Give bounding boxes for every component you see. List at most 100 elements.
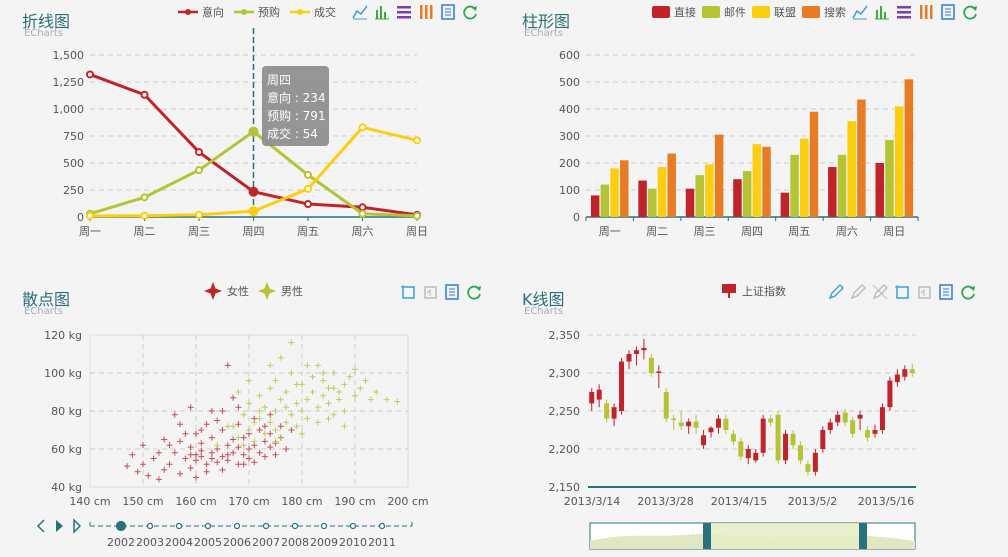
- x-tick-label: 2013/3/28: [637, 495, 693, 508]
- scatter-point: [267, 430, 274, 437]
- scatter-point: [155, 476, 162, 483]
- scatter-point: [272, 408, 279, 414]
- scatter-point: [330, 370, 337, 376]
- timeline-year-label: 2007: [252, 536, 280, 549]
- scatter-point: [336, 389, 343, 395]
- legend-star-marker: [204, 282, 222, 300]
- scatter-point: [177, 470, 184, 477]
- scatter-point: [208, 434, 215, 441]
- candle-body: [842, 412, 848, 423]
- y-tick-label: 750: [63, 130, 84, 143]
- candle-body: [753, 452, 759, 461]
- timeline-point: [233, 522, 241, 530]
- scatter-point: [219, 427, 226, 433]
- data-point: [358, 209, 367, 218]
- data-point: [140, 193, 149, 202]
- scatter-point: [161, 436, 168, 443]
- scatter-point: [193, 451, 199, 458]
- scatter-point: [293, 400, 300, 407]
- timeline-next-icon: [73, 518, 82, 534]
- candle-body: [633, 350, 639, 354]
- tooltip-line: 意向 : 234: [267, 90, 326, 105]
- x-tick-label: 周一: [599, 225, 621, 238]
- legend-star-marker: [258, 282, 276, 300]
- scatter-point: [261, 438, 268, 445]
- scatter-point: [283, 446, 290, 452]
- legend-marker: [802, 6, 820, 18]
- candle-body: [619, 361, 625, 411]
- scatter-point: [267, 419, 274, 426]
- candle-body: [827, 422, 833, 430]
- bar-搜索: [667, 153, 676, 217]
- scatter-chart-panel: 散点图 ECharts 40 kg 60 kg 80 kg 100 kg 120 kg 1…: [0, 278, 500, 557]
- scatter-point: [251, 438, 258, 445]
- bar-搜索: [714, 134, 724, 217]
- scatter-point: [299, 408, 305, 414]
- timeline-year-label: 2006: [223, 536, 251, 549]
- scatter-point: [341, 381, 348, 388]
- scatter-point: [240, 451, 247, 458]
- candle-body: [701, 435, 707, 446]
- scatter-point: [346, 373, 353, 380]
- bar-chart-svg: 0 100 200 300 400 500 600 周一 周二 周三 周四 周五 周六 周日 直接 邮件 联盟 搜…: [559, 5, 919, 238]
- scatter-point: [235, 389, 242, 395]
- y-tick-label: 600: [559, 49, 580, 62]
- candle-body: [663, 392, 669, 419]
- candle-body: [730, 433, 736, 442]
- data-point: [86, 70, 94, 79]
- data-point: [140, 211, 149, 220]
- scatter-point: [240, 434, 247, 441]
- scatter-point: [246, 400, 252, 407]
- candle-body: [656, 371, 662, 373]
- scatter-point: [208, 408, 215, 414]
- x-tick-label: 周二: [646, 225, 668, 238]
- x-tick-label: 190 cm: [334, 495, 375, 508]
- scatter-point: [224, 451, 231, 458]
- scatter-point: [224, 442, 231, 449]
- scatter-point: [203, 421, 210, 428]
- candle-body: [678, 422, 684, 427]
- x-tick-label: 周二: [134, 225, 156, 238]
- legend-label: 邮件: [724, 6, 746, 19]
- bar-邮件: [648, 188, 657, 217]
- scatter-point: [277, 434, 284, 441]
- candle-body: [693, 421, 699, 428]
- scatter-point: [314, 419, 321, 426]
- data-point: [248, 206, 259, 217]
- timeline-point: [291, 522, 299, 530]
- x-tick-label: 周三: [188, 225, 210, 238]
- line-chart-panel: 折线图 ECharts 0 250 500 750 1,000 1,250 1,500 周一周…: [0, 0, 500, 270]
- scatter-point: [145, 472, 152, 479]
- candle-body: [865, 430, 871, 438]
- bar-直接: [875, 163, 884, 217]
- data-point: [304, 200, 312, 209]
- scatter-point: [309, 389, 316, 395]
- data-point: [248, 126, 259, 137]
- scatter-point: [256, 408, 263, 414]
- timeline-point: [320, 522, 328, 530]
- line-chart-svg: 02505007501,0001,2501,500周一 周二 周三 周四 周五 周六 周日意…: [53, 5, 429, 238]
- candle-body: [760, 418, 766, 453]
- timeline-point: [349, 522, 357, 530]
- y-tick-label: 40 kg: [51, 481, 82, 494]
- scatter-point: [150, 455, 157, 462]
- timeline-year-label: 2008: [281, 536, 309, 549]
- datazoom-selected-window: [705, 523, 863, 549]
- candle-body: [835, 414, 841, 423]
- timeline-point: [175, 522, 183, 530]
- scatter-point: [373, 389, 380, 395]
- bar-直接: [590, 195, 600, 217]
- y-tick-label: 1,250: [53, 76, 85, 89]
- candle-body: [589, 392, 595, 404]
- scatter-point: [182, 430, 189, 437]
- kline-chart-svg: 2,150 2,200 2,250 2,300 2,350 2013/3/14 2013/3…: [549, 284, 916, 550]
- x-tick-label: 周三: [694, 225, 716, 238]
- bar-直接: [638, 180, 647, 217]
- data-point: [140, 90, 149, 99]
- legend-label: 意向: [202, 5, 224, 19]
- scatter-point: [267, 362, 274, 369]
- bar-搜索: [904, 79, 914, 217]
- scatter-point: [325, 385, 332, 392]
- candle-body: [708, 427, 714, 433]
- bar-邮件: [600, 184, 610, 217]
